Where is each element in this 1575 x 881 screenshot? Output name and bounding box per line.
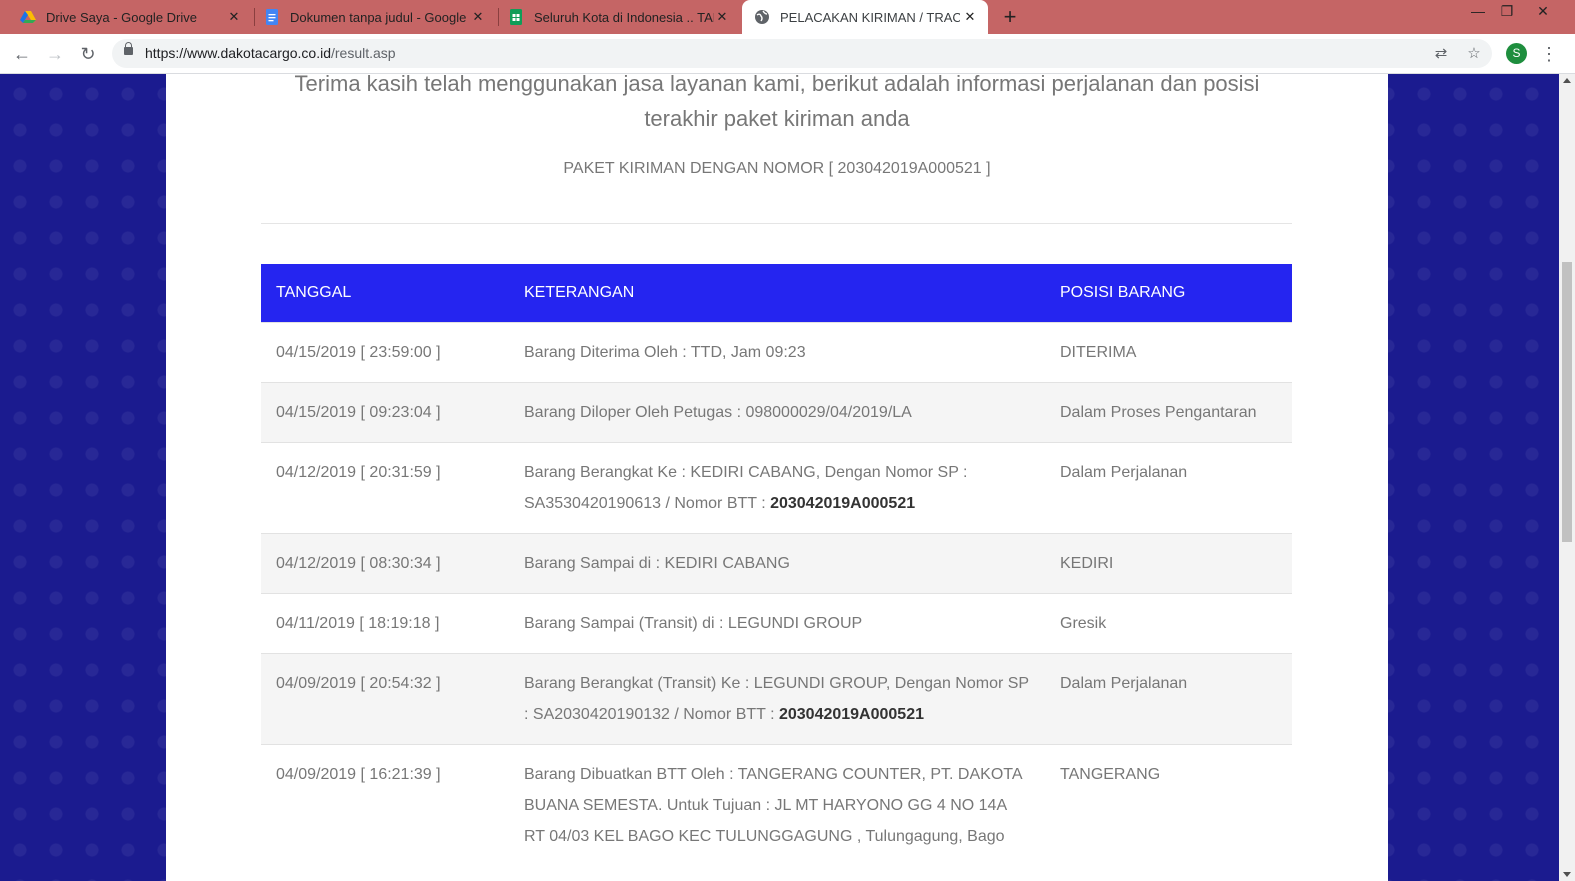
globe-icon (755, 10, 769, 24)
tab-separator (498, 8, 499, 26)
close-tab-icon[interactable]: ✕ (714, 9, 730, 25)
package-reference: PAKET KIRIMAN DENGAN NOMOR [ 203042019A0… (563, 160, 991, 177)
description-text: Barang Diloper Oleh Petugas : 098000029/… (524, 404, 912, 421)
table-row: 04/11/2019 [ 18:19:18 ] Barang Sampai (Tr… (261, 593, 1292, 654)
google-docs-icon (266, 9, 278, 25)
reload-icon[interactable]: ↻ (76, 42, 100, 66)
table-row: 04/15/2019 [ 09:23:04 ] Barang Diloper Ol… (261, 382, 1292, 443)
tab-title: PELACAKAN KIRIMAN / TRACING (780, 9, 960, 25)
tracking-table: TANGGAL KETERANGAN POSISI BARANG 04/15/2… (261, 264, 1292, 866)
scroll-thumb[interactable] (1562, 262, 1572, 542)
tab-title: Drive Saya - Google Drive (46, 9, 197, 25)
row-description: Barang Berangkat (Transit) Ke : LEGUNDI … (509, 653, 1045, 745)
btt-number: 203042019A000521 (778, 706, 924, 723)
description-text: Barang Sampai di : KEDIRI CABANG (524, 555, 790, 572)
url-text: https://www.dakotacargo.co.id/result.asp (145, 45, 396, 61)
google-drive-icon (20, 11, 36, 23)
row-position: DITERIMA (1045, 322, 1292, 383)
window-close-icon[interactable]: ✕ (1528, 0, 1558, 24)
header-posisi: POSISI BARANG (1045, 264, 1292, 323)
row-description: Barang Diloper Oleh Petugas : 098000029/… (509, 382, 1045, 443)
row-description: Barang Sampai (Transit) di : LEGUNDI GRO… (509, 593, 1045, 654)
close-tab-icon[interactable]: ✕ (226, 9, 242, 25)
tab-title: Dokumen tanpa judul - Google D (290, 9, 470, 25)
back-icon[interactable]: ← (10, 42, 34, 66)
lock-icon (124, 42, 133, 55)
row-position: Dalam Proses Pengantaran (1045, 382, 1292, 443)
scroll-down-arrow-icon[interactable] (1563, 872, 1571, 877)
page-viewport: Terima kasih telah menggunakan jasa laya… (0, 74, 1575, 881)
url-path: /result.asp (331, 45, 396, 61)
tab-title: Seluruh Kota di Indonesia .. TANG (534, 9, 714, 25)
row-date: 04/12/2019 [ 20:31:59 ] (261, 442, 509, 534)
menu-icon[interactable]: ⋮ (1540, 42, 1558, 66)
row-date: 04/09/2019 [ 16:21:39 ] (261, 744, 509, 866)
divider (261, 223, 1292, 224)
new-tab-button[interactable]: + (998, 5, 1022, 29)
row-description: Barang Berangkat Ke : KEDIRI CABANG, Den… (509, 442, 1045, 534)
row-position: Gresik (1045, 593, 1292, 654)
row-description: Barang Sampai di : KEDIRI CABANG (509, 533, 1045, 594)
row-description: Barang Diterima Oleh : TTD, Jam 09:23 (509, 322, 1045, 383)
description-text: Barang Berangkat (Transit) Ke : LEGUNDI … (524, 675, 1029, 723)
forward-icon[interactable]: → (43, 42, 67, 66)
profile-avatar[interactable]: S (1506, 43, 1527, 64)
tab-tracing-active[interactable]: PELACAKAN KIRIMAN / TRACING ✕ (742, 0, 988, 34)
description-text: Barang Dibuatkan BTT Oleh : TANGERANG CO… (524, 766, 1022, 845)
browser-toolbar: ← → ↻ https://www.dakotacargo.co.id/resu… (0, 34, 1575, 74)
row-position: Dalam Perjalanan (1045, 653, 1292, 745)
description-text: Barang Sampai (Transit) di : LEGUNDI GRO… (524, 615, 863, 632)
intro-text: Terima kasih telah menggunakan jasa laya… (294, 74, 1260, 131)
tab-google-drive[interactable]: Drive Saya - Google Drive ✕ (12, 0, 252, 34)
header-keterangan: KETERANGAN (509, 264, 1045, 323)
close-tab-icon[interactable]: ✕ (470, 9, 486, 25)
table-row: 04/15/2019 [ 23:59:00 ] Barang Diterima O… (261, 322, 1292, 383)
tab-separator (254, 8, 255, 26)
minimize-icon[interactable]: — (1463, 0, 1493, 24)
address-bar[interactable]: https://www.dakotacargo.co.id/result.asp… (112, 39, 1492, 68)
content-panel: Terima kasih telah menggunakan jasa laya… (166, 74, 1388, 881)
tab-google-sheets[interactable]: Seluruh Kota di Indonesia .. TANG ✕ (500, 0, 740, 34)
row-position: Dalam Perjalanan (1045, 442, 1292, 534)
btt-number: 203042019A000521 (770, 495, 916, 512)
row-date: 04/15/2019 [ 23:59:00 ] (261, 322, 509, 383)
scroll-up-arrow-icon[interactable] (1563, 78, 1571, 83)
row-date: 04/15/2019 [ 09:23:04 ] (261, 382, 509, 443)
bookmark-star-icon[interactable]: ☆ (1464, 44, 1484, 64)
restore-icon[interactable]: ❐ (1492, 0, 1522, 24)
row-date: 04/12/2019 [ 08:30:34 ] (261, 533, 509, 594)
table-row: 04/09/2019 [ 16:21:39 ] Barang Dibuatkan … (261, 744, 1292, 866)
row-position: TANGERANG (1045, 744, 1292, 866)
description-text: Barang Diterima Oleh : TTD, Jam 09:23 (524, 344, 806, 361)
close-tab-icon[interactable]: ✕ (962, 9, 978, 25)
row-date: 04/09/2019 [ 20:54:32 ] (261, 653, 509, 745)
row-position: KEDIRI (1045, 533, 1292, 594)
table-row: 04/12/2019 [ 08:30:34 ] Barang Sampai di … (261, 533, 1292, 594)
table-row: 04/09/2019 [ 20:54:32 ] Barang Berangkat … (261, 653, 1292, 745)
tab-strip: Drive Saya - Google Drive ✕ Dokumen tanp… (0, 0, 1575, 34)
header-tanggal: TANGGAL (261, 264, 509, 323)
table-header-row: TANGGAL KETERANGAN POSISI BARANG (261, 264, 1292, 323)
translate-icon[interactable]: ⇄ (1431, 44, 1451, 64)
scrollbar[interactable] (1559, 74, 1575, 881)
url-host: https://www.dakotacargo.co.id (145, 45, 331, 61)
row-description: Barang Dibuatkan BTT Oleh : TANGERANG CO… (509, 744, 1045, 866)
table-row: 04/12/2019 [ 20:31:59 ] Barang Berangkat … (261, 442, 1292, 534)
row-date: 04/11/2019 [ 18:19:18 ] (261, 593, 509, 654)
google-sheets-icon (510, 9, 522, 25)
tab-google-docs[interactable]: Dokumen tanpa judul - Google D ✕ (256, 0, 496, 34)
